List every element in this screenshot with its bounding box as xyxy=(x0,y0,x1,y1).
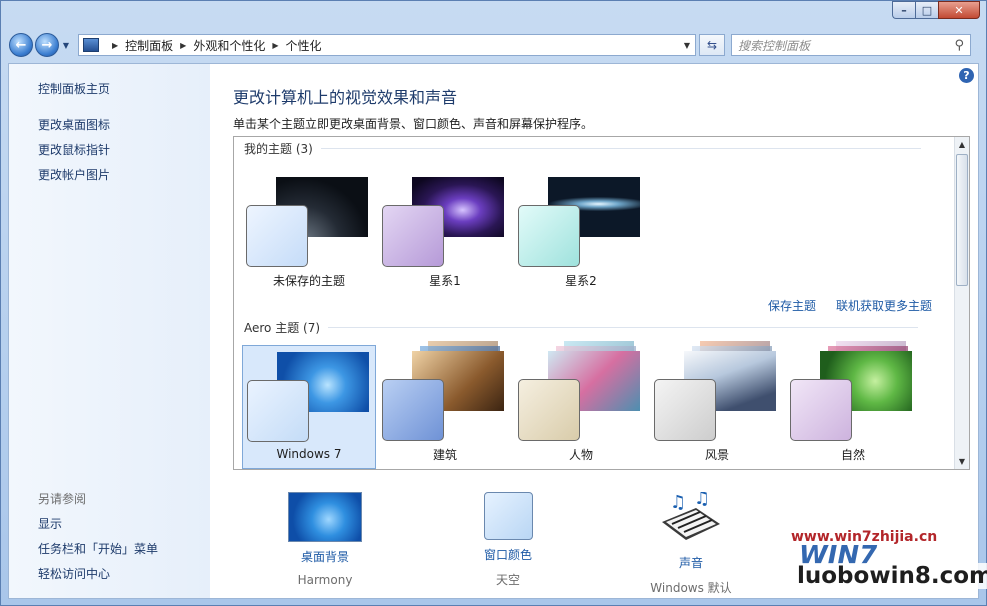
theme-color-swatch xyxy=(518,205,580,267)
breadcrumb-arrow-icon[interactable]: ▶ xyxy=(180,41,186,50)
setting-value: Windows 默认 xyxy=(650,581,732,595)
sidebar-item-control-panel-home[interactable]: 控制面板主页 xyxy=(38,80,110,97)
scroll-up-icon[interactable]: ▲ xyxy=(955,137,969,152)
theme-color-swatch xyxy=(654,379,716,441)
save-theme-link[interactable]: 保存主题 xyxy=(768,297,816,314)
theme-characters[interactable]: 人物 xyxy=(514,341,648,469)
minimize-button[interactable]: – xyxy=(892,1,915,19)
see-also-heading: 另请参阅 xyxy=(38,492,87,506)
svg-text:♫: ♫ xyxy=(694,492,710,509)
sidebar-item-account-picture[interactable]: 更改帐户图片 xyxy=(38,166,110,183)
caption-buttons: – □ ✕ xyxy=(892,1,980,19)
navigation-bar: ← → ▼ ▶ 控制面板 ▶ 外观和个性化 ▶ 个性化 ▼ ⇆ 搜索控制面板 ⚲ xyxy=(9,31,978,59)
breadcrumb-item-personalization[interactable]: 个性化 xyxy=(286,37,322,54)
theme-windows-7[interactable]: Windows 7 xyxy=(242,345,376,469)
content-area: 控制面板主页 更改桌面图标 更改鼠标指针 更改帐户图片 另请参阅 显示 任务栏和… xyxy=(8,63,979,599)
section-divider xyxy=(328,327,919,328)
sidebar-item-ease-of-access[interactable]: 轻松访问中心 xyxy=(38,565,110,582)
maximize-button[interactable]: □ xyxy=(915,1,938,19)
sounds-setting[interactable]: ♫ ♫ 声音 Windows 默认 xyxy=(616,488,766,596)
setting-label[interactable]: 声音 xyxy=(616,554,766,571)
back-button[interactable]: ← xyxy=(9,33,33,57)
watermark-site-2: luobowin8.com xyxy=(793,563,987,589)
main-panel: ? 更改计算机上的视觉效果和声音 单击某个主题立即更改桌面背景、窗口颜色、声音和… xyxy=(210,64,978,598)
theme-name: 星系2 xyxy=(565,274,597,288)
recent-pages-dropdown-icon[interactable]: ▼ xyxy=(60,41,72,50)
theme-list[interactable]: 我的主题 (3) 未保存的主题 星系1 星系2 保存主题 联机获取更多主题 Ae… xyxy=(233,136,970,470)
control-panel-icon xyxy=(83,38,99,52)
search-icon[interactable]: ⚲ xyxy=(954,38,964,53)
sound-icon: ♫ ♫ xyxy=(656,488,726,548)
theme-galaxy-2[interactable]: 星系2 xyxy=(514,171,648,295)
page-subtitle: 单击某个主题立即更改桌面背景、窗口颜色、声音和屏幕保护程序。 xyxy=(233,117,594,131)
theme-nature[interactable]: 自然 xyxy=(786,341,920,469)
breadcrumb-arrow-icon[interactable]: ▶ xyxy=(112,41,118,50)
theme-unsaved[interactable]: 未保存的主题 xyxy=(242,171,376,295)
my-themes-header: 我的主题 (3) xyxy=(244,140,921,157)
sidebar-item-mouse-pointers[interactable]: 更改鼠标指针 xyxy=(38,141,110,158)
theme-landscapes[interactable]: 风景 xyxy=(650,341,784,469)
breadcrumb-item-appearance[interactable]: 外观和个性化 xyxy=(193,37,265,54)
section-divider xyxy=(320,148,921,149)
scroll-thumb[interactable] xyxy=(956,154,968,286)
scroll-down-icon[interactable]: ▼ xyxy=(955,454,969,469)
window-color-setting[interactable]: 窗口颜色 天空 xyxy=(433,492,583,588)
theme-color-swatch xyxy=(382,379,444,441)
address-bar[interactable]: ▶ 控制面板 ▶ 外观和个性化 ▶ 个性化 ▼ xyxy=(78,34,696,56)
help-icon[interactable]: ? xyxy=(959,68,974,83)
theme-color-swatch xyxy=(518,379,580,441)
setting-label[interactable]: 窗口颜色 xyxy=(433,546,583,563)
theme-name: 自然 xyxy=(840,448,865,462)
theme-name: 建筑 xyxy=(432,448,457,462)
refresh-button[interactable]: ⇆ xyxy=(699,34,725,56)
sidebar: 控制面板主页 更改桌面图标 更改鼠标指针 更改帐户图片 另请参阅 显示 任务栏和… xyxy=(9,64,210,598)
breadcrumb-item-control-panel[interactable]: 控制面板 xyxy=(125,37,173,54)
breadcrumb: ▶ 控制面板 ▶ 外观和个性化 ▶ 个性化 xyxy=(105,37,322,54)
setting-label[interactable]: 桌面背景 xyxy=(250,548,400,565)
sidebar-item-desktop-icons[interactable]: 更改桌面图标 xyxy=(38,116,110,133)
theme-galaxy-1[interactable]: 星系1 xyxy=(378,171,512,295)
theme-color-swatch xyxy=(790,379,852,441)
theme-name: Windows 7 xyxy=(276,447,342,461)
search-placeholder: 搜索控制面板 xyxy=(738,38,811,53)
address-dropdown-icon[interactable]: ▼ xyxy=(679,41,695,50)
forward-button[interactable]: → xyxy=(35,33,59,57)
setting-value: Harmony xyxy=(297,573,353,587)
setting-value: 天空 xyxy=(495,573,520,587)
theme-color-swatch xyxy=(382,205,444,267)
theme-color-swatch xyxy=(247,380,309,442)
sidebar-item-taskbar[interactable]: 任务栏和「开始」菜单 xyxy=(38,540,158,557)
get-more-themes-link[interactable]: 联机获取更多主题 xyxy=(836,297,932,314)
aero-themes-header: Aero 主题 (7) xyxy=(244,319,919,336)
theme-color-swatch xyxy=(246,205,308,267)
breadcrumb-arrow-icon[interactable]: ▶ xyxy=(272,41,278,50)
desktop-background-setting[interactable]: 桌面背景 Harmony xyxy=(250,492,400,587)
theme-name: 未保存的主题 xyxy=(272,274,345,288)
theme-architecture[interactable]: 建筑 xyxy=(378,341,512,469)
svg-text:♫: ♫ xyxy=(670,492,686,513)
aero-themes-header-label: Aero 主题 (7) xyxy=(244,321,321,335)
sidebar-item-display[interactable]: 显示 xyxy=(38,515,62,532)
desktop-background-icon xyxy=(288,492,362,542)
search-input[interactable]: 搜索控制面板 ⚲ xyxy=(731,34,971,56)
my-themes-header-label: 我的主题 (3) xyxy=(244,142,313,156)
window-frame: – □ ✕ ← → ▼ ▶ 控制面板 ▶ 外观和个性化 ▶ 个性化 ▼ ⇆ 搜索… xyxy=(0,0,987,606)
theme-list-scrollbar[interactable]: ▲ ▼ xyxy=(954,137,969,469)
window-color-icon xyxy=(483,492,533,540)
theme-name: 风景 xyxy=(704,448,729,462)
page-title: 更改计算机上的视觉效果和声音 xyxy=(233,88,458,107)
theme-name: 人物 xyxy=(568,448,593,462)
theme-name: 星系1 xyxy=(429,274,461,288)
close-button[interactable]: ✕ xyxy=(938,1,980,19)
